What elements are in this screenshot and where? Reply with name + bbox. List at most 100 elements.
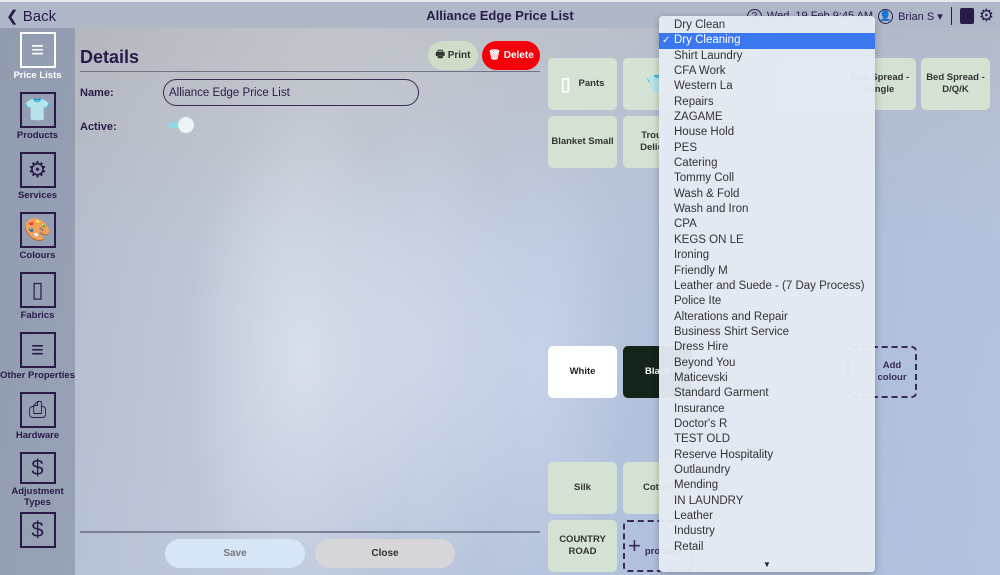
divider xyxy=(80,531,540,533)
back-label: Back xyxy=(22,8,57,25)
hardware-icon: ⎙ xyxy=(19,392,56,428)
dropdown-option[interactable]: Catering xyxy=(659,156,875,171)
name-input[interactable] xyxy=(163,79,419,106)
dropdown-option[interactable]: Alterations and Repair xyxy=(659,310,875,325)
sidebar-item-hardware[interactable]: ⎙ Hardware xyxy=(0,388,75,448)
active-label: Active: xyxy=(80,121,117,133)
sidebar-item-label: Hardware xyxy=(15,430,60,441)
back-button[interactable]: ❮ Back xyxy=(6,7,56,25)
sidebar-item-label: Adjustment Types xyxy=(11,486,64,508)
pants-icon: ▯ xyxy=(560,74,571,94)
dropdown-option[interactable]: Business Shirt Service xyxy=(659,325,875,340)
product-tile-blanket-small[interactable]: Blanket Small xyxy=(548,116,617,168)
dropdown-option[interactable]: ZAGAME xyxy=(659,110,875,125)
sidebar-item-adjustment-types[interactable]: $ Adjustment Types xyxy=(0,448,75,508)
sidebar-item-label: Fabrics xyxy=(20,310,55,321)
tile-label: Bed Spread - D/Q/K xyxy=(926,72,985,95)
product-tile-bed-spread-dqk[interactable]: Bed Spread - D/Q/K xyxy=(921,58,990,110)
sidebar-item-item-8[interactable]: $ xyxy=(0,508,75,568)
adjustment-types-icon: $ xyxy=(19,452,56,484)
delete-label: Delete xyxy=(503,50,534,61)
price-lists-icon: ≡ xyxy=(19,32,56,68)
divider xyxy=(80,71,540,72)
dropdown-option[interactable]: Doctor's R xyxy=(659,417,875,432)
save-label: Save xyxy=(223,548,247,559)
printer-icon: 🖶 xyxy=(435,49,445,60)
tile-label: White xyxy=(569,366,596,377)
close-label: Close xyxy=(371,548,399,559)
dropdown-option[interactable]: Wash & Fold xyxy=(659,187,875,202)
sidebar-item-label: Other Properties xyxy=(0,370,75,381)
tile-label: Pants xyxy=(578,78,605,89)
dropdown-option[interactable]: House Hold xyxy=(659,125,875,140)
delete-button[interactable]: 🗑 Delete xyxy=(482,41,540,70)
dropdown-option[interactable]: Maticevski xyxy=(659,371,875,386)
dropdown-option[interactable]: Insurance xyxy=(659,402,875,417)
dropdown-option[interactable]: Beyond You xyxy=(659,356,875,371)
services-icon: ⚙ xyxy=(19,152,56,188)
colour-tile-white[interactable]: White xyxy=(548,346,617,398)
dropdown-option[interactable]: CPA xyxy=(659,217,875,232)
dropdown-option[interactable]: Retail xyxy=(659,540,875,555)
product-tile-trousers[interactable]: Trou Delic xyxy=(623,116,663,168)
dropdown-option[interactable]: Dry Cleaning xyxy=(659,33,875,49)
products-icon: 👕 xyxy=(19,92,56,128)
dropdown-option[interactable]: Ironing xyxy=(659,248,875,263)
price-list-dropdown[interactable]: Dry CleanDry CleaningShirt LaundryCFA Wo… xyxy=(659,16,875,572)
dropdown-option[interactable]: Standard Garment xyxy=(659,386,875,401)
dropdown-option[interactable]: Industry xyxy=(659,524,875,539)
active-toggle[interactable] xyxy=(168,117,198,133)
name-label: Name: xyxy=(80,87,114,99)
washing-machine-icon[interactable] xyxy=(959,8,974,24)
product-tile-pants[interactable]: ▯ Pants xyxy=(548,58,617,110)
fabric-tile-country-road[interactable]: COUNTRY ROAD xyxy=(548,520,617,572)
sidebar-item-products[interactable]: 👕 Products xyxy=(0,88,75,148)
dropdown-option[interactable]: Leather xyxy=(659,509,875,524)
user-menu[interactable]: Brian S ▾ xyxy=(898,10,943,23)
dropdown-option[interactable]: Repairs xyxy=(659,95,875,110)
dropdown-option[interactable]: Police Ite xyxy=(659,294,875,309)
other-properties-icon: ≡ xyxy=(19,332,56,368)
dropdown-option[interactable]: Wash and Iron xyxy=(659,202,875,217)
tile-label: COUNTRY ROAD xyxy=(559,534,606,557)
tile-label: Add colour xyxy=(877,360,907,383)
item-8-icon: $ xyxy=(19,512,56,548)
tile-label: Blanket Small xyxy=(551,136,614,147)
sidebar-item-services[interactable]: ⚙ Services xyxy=(0,148,75,208)
dropdown-option[interactable]: Reserve Hospitality xyxy=(659,448,875,463)
dropdown-option[interactable]: TEST OLD xyxy=(659,432,875,447)
dropdown-option[interactable]: KEGS ON LE xyxy=(659,233,875,248)
trash-icon: 🗑 xyxy=(488,50,501,61)
dropdown-option[interactable]: Mending xyxy=(659,478,875,493)
sidebar: ≡ Price Lists 👕 Products ⚙ Services 🎨 Colours ▯ F… xyxy=(0,28,75,575)
dropdown-option[interactable]: Western La xyxy=(659,79,875,94)
sidebar-item-label: Services xyxy=(17,190,58,201)
dropdown-option[interactable]: Dry Clean xyxy=(659,18,875,33)
user-avatar-icon[interactable]: 👤 xyxy=(878,8,894,24)
sidebar-item-colours[interactable]: 🎨 Colours xyxy=(0,208,75,268)
dropdown-option[interactable]: PES xyxy=(659,141,875,156)
dropdown-option[interactable]: Friendly M xyxy=(659,264,875,279)
print-button[interactable]: 🖶 Print xyxy=(428,41,478,70)
scroll-down-arrow-icon[interactable]: ▼ xyxy=(659,560,875,569)
fabric-tile-silk[interactable]: Silk xyxy=(548,462,617,514)
dropdown-option[interactable]: Shirt Laundry xyxy=(659,49,875,64)
gear-icon[interactable]: ⚙ xyxy=(979,6,994,26)
dropdown-option[interactable]: IN LAUNDRY xyxy=(659,494,875,509)
details-title: Details xyxy=(80,47,140,67)
dropdown-option[interactable]: Tommy Coll xyxy=(659,171,875,186)
sidebar-item-price-lists[interactable]: ≡ Price Lists xyxy=(0,28,75,88)
close-button[interactable]: Close xyxy=(315,539,455,568)
dropdown-option[interactable]: Dress Hire xyxy=(659,340,875,355)
chevron-left-icon: ❮ xyxy=(6,8,19,25)
colours-icon: 🎨 xyxy=(19,212,56,248)
sidebar-item-fabrics[interactable]: ▯ Fabrics xyxy=(0,268,75,328)
fabrics-icon: ▯ xyxy=(19,272,56,308)
dropdown-option[interactable]: Leather and Suede - (7 Day Process) xyxy=(659,279,875,294)
dropdown-option[interactable]: CFA Work xyxy=(659,64,875,79)
sidebar-item-label: Products xyxy=(16,130,59,141)
dropdown-option[interactable]: Outlaundry xyxy=(659,463,875,478)
user-name: Brian S xyxy=(898,10,935,23)
save-button[interactable]: Save xyxy=(165,539,305,568)
sidebar-item-other-properties[interactable]: ≡ Other Properties xyxy=(0,328,75,388)
